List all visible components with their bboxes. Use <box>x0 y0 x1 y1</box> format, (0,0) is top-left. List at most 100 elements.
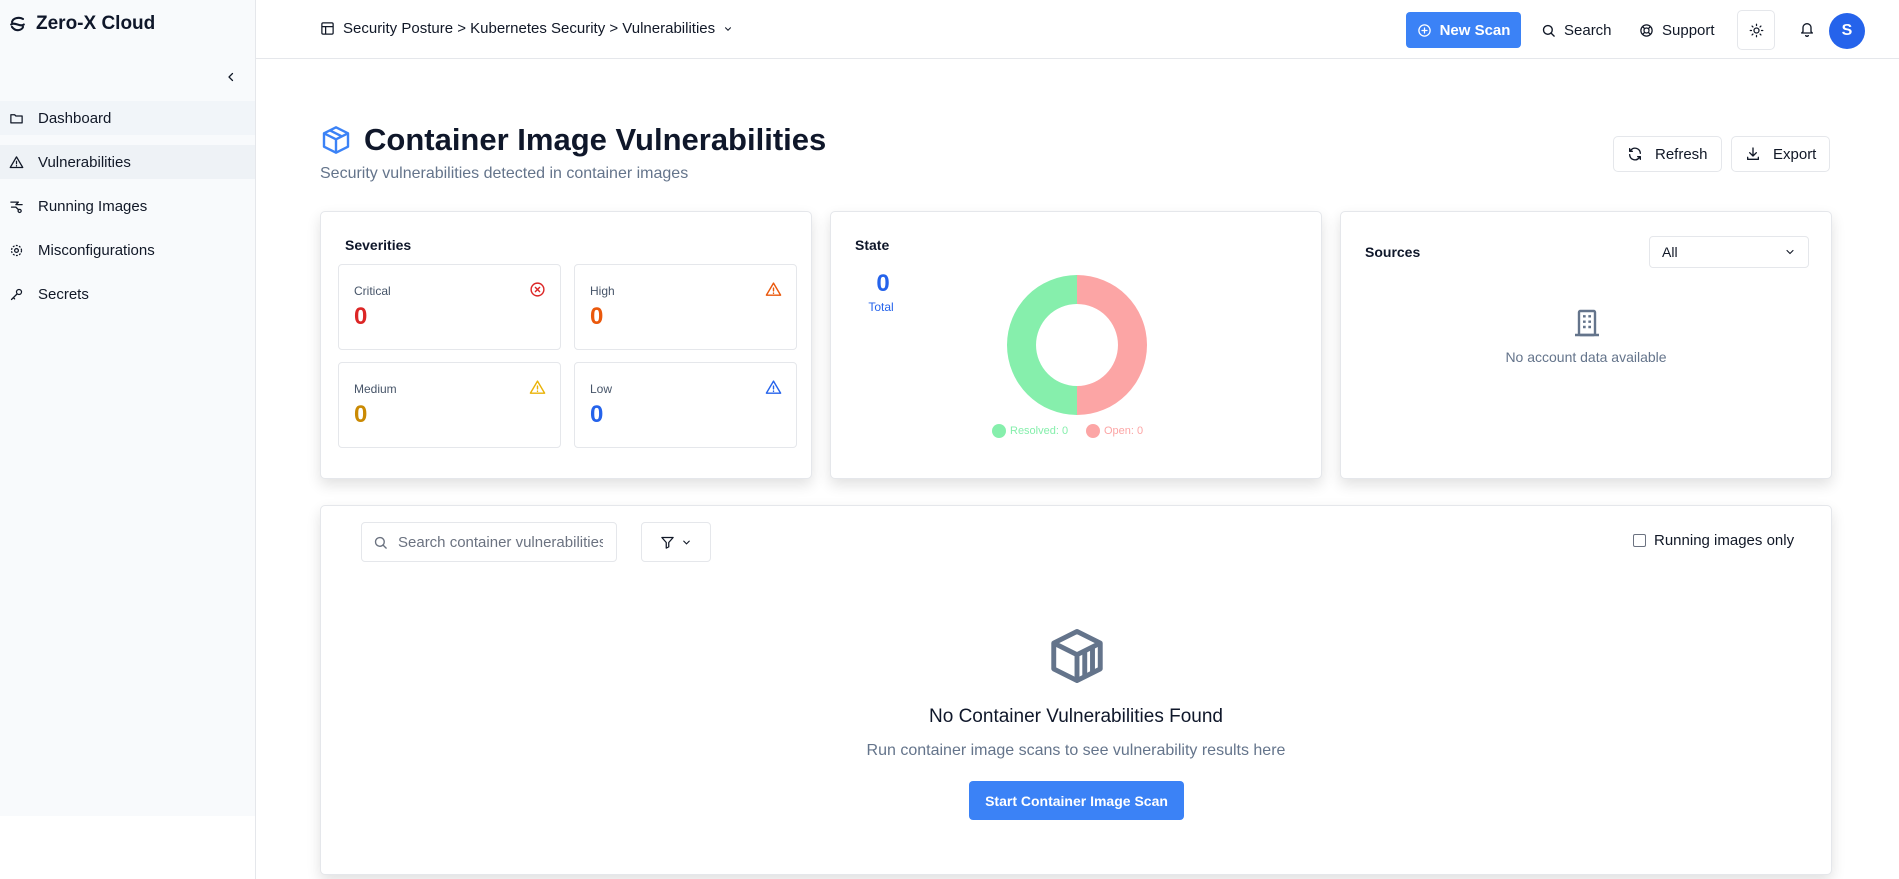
vulnerabilities-panel: Running images only No Container Vulnera… <box>320 505 1832 875</box>
page-title: Container Image Vulnerabilities <box>364 122 827 157</box>
empty-state-title: No Container Vulnerabilities Found <box>929 706 1223 727</box>
container-icon <box>1046 625 1108 687</box>
state-title: State <box>855 237 890 253</box>
layers-icon <box>9 199 24 214</box>
alert-triangle-icon <box>765 281 782 298</box>
severity-low[interactable]: Low 0 <box>574 362 797 448</box>
alert-triangle-icon <box>9 155 24 170</box>
donut-open-segment <box>1077 275 1147 415</box>
chevron-down-icon <box>681 537 692 548</box>
alert-triangle-icon <box>529 379 546 396</box>
sidebar-item-vulnerabilities[interactable]: Vulnerabilities <box>0 145 255 179</box>
legend-resolved-label: Resolved: 0 <box>1010 425 1069 437</box>
sidebar-item-misconfigurations[interactable]: Misconfigurations <box>0 233 255 267</box>
export-label: Export <box>1773 145 1817 163</box>
brand[interactable]: Zero-X Cloud <box>8 13 155 35</box>
severity-value: 0 <box>590 401 604 428</box>
search-icon <box>1541 23 1556 38</box>
lifebuoy-icon <box>1639 23 1654 38</box>
severity-critical[interactable]: Critical 0 <box>338 264 561 350</box>
breadcrumb[interactable]: Security Posture > Kubernetes Security >… <box>320 20 733 37</box>
severity-value: 0 <box>354 303 368 330</box>
sidebar-item-secrets[interactable]: Secrets <box>0 277 255 311</box>
key-icon <box>9 287 24 302</box>
collapse-sidebar-button[interactable] <box>222 68 240 86</box>
sidebar-item-label: Running Images <box>38 197 148 215</box>
donut-resolved-segment <box>1007 275 1077 415</box>
layout-icon <box>320 21 335 36</box>
sidebar-item-running-images[interactable]: Running Images <box>0 189 255 223</box>
export-button[interactable]: Export <box>1731 136 1831 172</box>
refresh-icon <box>1627 146 1643 162</box>
logo-icon <box>8 15 27 34</box>
legend-resolved[interactable]: Resolved: 0 <box>992 424 1068 438</box>
search-input[interactable] <box>398 533 603 551</box>
page-subtitle: Security vulnerabilities detected in con… <box>320 165 689 182</box>
new-scan-button[interactable]: New Scan <box>1406 12 1521 48</box>
search-button[interactable]: Search <box>1541 12 1612 48</box>
theme-toggle-button[interactable] <box>1737 10 1775 50</box>
running-images-only-label: Running images only <box>1654 532 1795 549</box>
top-header: Security Posture > Kubernetes Security >… <box>256 0 1899 59</box>
severity-label: High <box>590 284 615 298</box>
page-heading: Container Image Vulnerabilities <box>320 122 826 158</box>
sources-select[interactable]: All <box>1649 236 1809 268</box>
sources-card: Sources All No account data available <box>1340 211 1832 479</box>
severity-value: 0 <box>590 303 604 330</box>
container-icon <box>320 124 352 156</box>
sidebar-nav: Dashboard Vulnerabilities Running Images… <box>0 101 255 321</box>
chevron-down-icon <box>1784 246 1796 258</box>
support-button[interactable]: Support <box>1639 12 1715 48</box>
avatar[interactable]: S <box>1829 13 1865 49</box>
sources-empty-text: No account data available <box>1505 349 1667 365</box>
running-images-only-checkbox[interactable] <box>1633 534 1646 547</box>
chevron-left-icon <box>225 71 237 83</box>
search-icon <box>373 535 388 550</box>
legend-open-label: Open: 0 <box>1104 425 1144 437</box>
x-circle-icon <box>529 281 546 298</box>
breadcrumb-text: Security Posture > Kubernetes Security >… <box>343 20 716 37</box>
empty-state-subtitle: Run container image scans to see vulnera… <box>866 742 1286 759</box>
sidebar: Zero-X Cloud Dashboard Vulnerabilities R… <box>0 0 256 879</box>
severity-label: Medium <box>354 382 397 396</box>
severities-title: Severities <box>345 237 412 253</box>
legend-open[interactable]: Open: 0 <box>1086 424 1143 438</box>
start-container-image-scan-button[interactable]: Start Container Image Scan <box>969 781 1184 820</box>
refresh-button[interactable]: Refresh <box>1613 136 1722 172</box>
sidebar-item-label: Dashboard <box>38 109 112 127</box>
sidebar-item-label: Vulnerabilities <box>38 153 131 171</box>
download-icon <box>1745 146 1761 162</box>
sidebar-item-dashboard[interactable]: Dashboard <box>0 101 255 135</box>
building-icon <box>1571 307 1603 339</box>
severity-label: Low <box>590 382 613 396</box>
sidebar-item-label: Misconfigurations <box>38 241 155 259</box>
bell-icon[interactable] <box>1799 20 1817 40</box>
plus-circle-icon <box>1417 23 1432 38</box>
state-donut-chart <box>1007 275 1147 415</box>
legend-dot-open <box>1086 424 1100 438</box>
support-label: Support <box>1662 21 1715 39</box>
refresh-label: Refresh <box>1655 145 1708 163</box>
search-label: Search <box>1564 21 1612 39</box>
sources-select-value: All <box>1662 244 1678 260</box>
alert-triangle-icon <box>765 379 782 396</box>
gear-icon <box>9 243 24 258</box>
filter-button[interactable] <box>641 522 711 562</box>
sun-icon <box>1749 23 1764 38</box>
search-input-wrapper[interactable] <box>361 522 617 562</box>
running-images-only-toggle[interactable]: Running images only <box>1633 532 1794 549</box>
severity-label: Critical <box>354 284 391 298</box>
legend-dot-resolved <box>992 424 1006 438</box>
state-total: 0 Total <box>868 270 895 314</box>
brand-name: Zero-X Cloud <box>36 13 156 34</box>
sidebar-item-label: Secrets <box>38 285 89 303</box>
new-scan-label: New Scan <box>1439 21 1511 39</box>
filter-icon <box>660 535 675 550</box>
state-total-value: 0 <box>876 270 890 297</box>
severity-high[interactable]: High 0 <box>574 264 797 350</box>
severity-medium[interactable]: Medium 0 <box>338 362 561 448</box>
chevron-down-icon <box>723 24 733 34</box>
sources-title: Sources <box>1365 244 1421 260</box>
state-card: State 0 Total Resolved: 0 Open: 0 <box>830 211 1322 479</box>
severity-value: 0 <box>354 401 368 428</box>
